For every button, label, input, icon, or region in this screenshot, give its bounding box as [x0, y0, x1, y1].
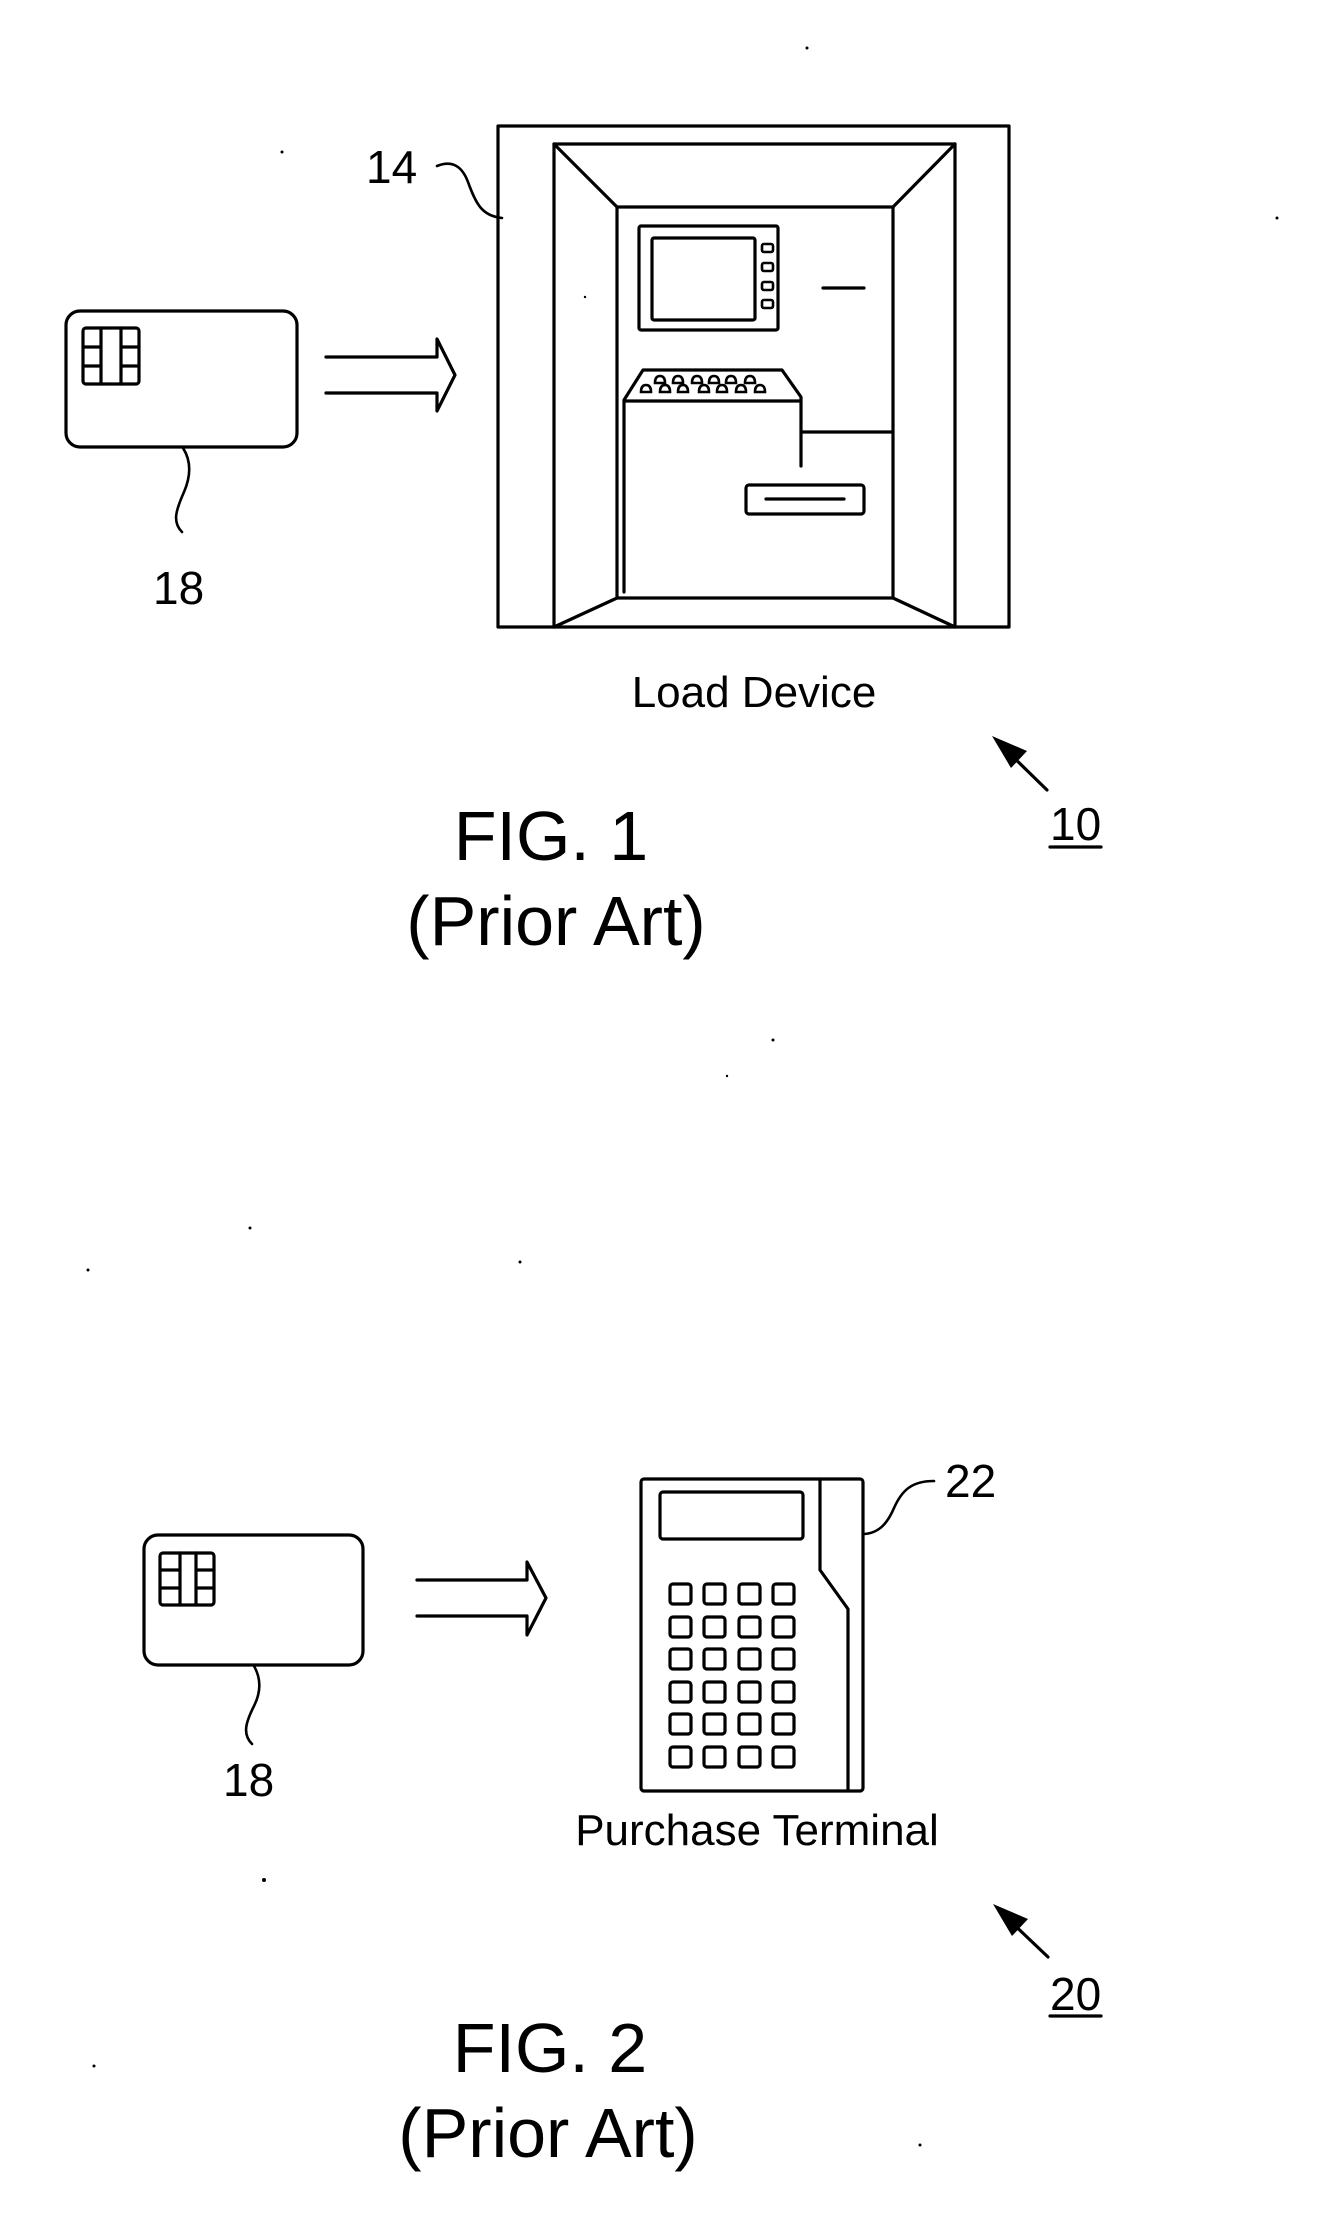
atm-key-icon: [724, 374, 738, 385]
atm-key-icon: [743, 374, 757, 385]
smart-card-icon: [64, 309, 299, 449]
device-leader-line: [435, 162, 504, 220]
atm-key-icon: [734, 383, 748, 394]
terminal-key-icon: [702, 1647, 727, 1671]
terminal-key-icon: [668, 1712, 693, 1736]
atm-key-icon: [658, 383, 672, 394]
atm-key-icon: [653, 374, 667, 385]
terminal-key-icon: [702, 1582, 727, 1606]
terminal-key-icon: [771, 1615, 796, 1639]
atm-keypad-icon: [622, 368, 895, 594]
assembly-arrow-icon: [993, 1904, 1050, 1959]
chip-icon: [158, 1551, 216, 1607]
terminal-key-icon: [668, 1582, 693, 1606]
terminal-key-icon: [737, 1615, 762, 1639]
device-ref-label: 22: [945, 1455, 996, 1507]
payment-terminal-icon: [639, 1477, 865, 1793]
terminal-key-icon: [771, 1582, 796, 1606]
terminal-key-icon: [668, 1615, 693, 1639]
assembly-ref-label: 10: [1050, 798, 1101, 850]
terminal-display-icon: [658, 1490, 805, 1541]
figure-caption: FIG. 1: [454, 797, 648, 875]
atm-kiosk-icon: [496, 124, 1011, 629]
device-leader-line: [862, 1479, 936, 1536]
terminal-key-icon: [771, 1647, 796, 1671]
terminal-key-icon: [771, 1745, 796, 1769]
patent-drawing-sheet: 18 14 Load Device 10 FIG. 1 (Prior Art) …: [64, 46, 1279, 2172]
figure-caption: FIG. 2: [453, 2009, 647, 2087]
atm-key-icon: [676, 383, 690, 394]
device-ref-label: 14: [366, 141, 417, 193]
chip-icon: [81, 326, 141, 386]
terminal-key-icon: [737, 1680, 762, 1704]
atm-key-icon: [671, 374, 685, 385]
assembly-arrow-icon: [992, 736, 1049, 792]
terminal-key-icon: [702, 1615, 727, 1639]
card-ref-label: 18: [223, 1754, 274, 1806]
double-arrow-right-icon: [324, 337, 457, 413]
figure-2: 18 22 Purchase Terminal 20 FIG. 2 (Prior…: [142, 1455, 1103, 2172]
assembly-ref-label: 20: [1050, 1968, 1101, 2020]
card-leader-line: [174, 446, 191, 534]
double-arrow-right-icon: [415, 1560, 548, 1637]
terminal-key-icon: [668, 1745, 693, 1769]
atm-key-icon: [639, 383, 653, 394]
card-ref-label: 18: [153, 562, 204, 614]
terminal-key-icon: [737, 1582, 762, 1606]
smart-card-icon: [142, 1533, 365, 1667]
terminal-key-icon: [771, 1712, 796, 1736]
terminal-key-icon: [702, 1712, 727, 1736]
atm-key-icon: [697, 383, 711, 394]
terminal-key-icon: [702, 1745, 727, 1769]
terminal-key-icon: [702, 1680, 727, 1704]
atm-key-icon: [707, 374, 721, 385]
figure-subcaption: (Prior Art): [406, 882, 705, 960]
terminal-key-icon: [737, 1647, 762, 1671]
terminal-key-icon: [668, 1647, 693, 1671]
terminal-key-icon: [737, 1712, 762, 1736]
terminal-key-icon: [771, 1680, 796, 1704]
terminal-keypad-icon: [668, 1582, 796, 1769]
atm-key-icon: [753, 383, 767, 394]
atm-key-icon: [715, 383, 729, 394]
device-label: Purchase Terminal: [575, 1806, 939, 1855]
card-leader-line: [244, 1664, 261, 1746]
card-slot-icon: [744, 483, 866, 516]
atm-screen-icon: [637, 224, 780, 332]
device-label: Load Device: [632, 668, 877, 717]
terminal-key-icon: [668, 1680, 693, 1704]
terminal-key-icon: [737, 1745, 762, 1769]
figure-1: 18 14 Load Device 10 FIG. 1 (Prior Art): [64, 124, 1103, 960]
atm-key-icon: [690, 374, 704, 385]
figure-subcaption: (Prior Art): [398, 2094, 697, 2172]
